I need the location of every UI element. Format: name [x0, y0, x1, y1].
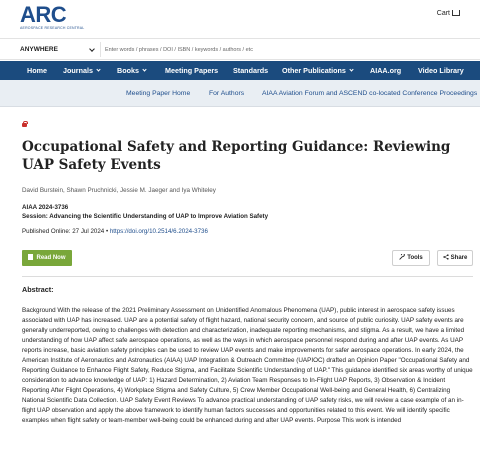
search-scope-select[interactable]: ANYWHERE — [20, 39, 98, 60]
abstract-heading: Abstract: — [22, 285, 54, 294]
caret-down-icon — [96, 67, 101, 72]
subnav-meeting-paper-home[interactable]: Meeting Paper Home — [126, 80, 190, 107]
logo-mark: ARC — [20, 2, 67, 27]
article-authors[interactable]: David Burstein, Shawn Pruchnicki, Jessie… — [22, 187, 216, 194]
chevron-down-icon — [89, 46, 95, 52]
sub-nav: Meeting Paper Home For Authors AIAA Avia… — [0, 80, 480, 107]
nav-item-aiaa-org[interactable]: AIAA.org — [370, 61, 401, 80]
caret-down-icon — [142, 67, 147, 72]
separator-bullet: • — [105, 228, 109, 235]
nav-item-journals[interactable]: Journals — [63, 61, 101, 80]
site-header: ARC AEROSPACE RESEARCH CENTRAL Cart — [0, 0, 480, 38]
abstract-body: Background With the release of the 2021 … — [22, 307, 473, 424]
share-icon — [443, 254, 449, 260]
search-bar: ANYWHERE — [0, 38, 480, 60]
published-date: Published Online: 27 Jul 2024 — [22, 228, 105, 235]
tools-button[interactable]: Tools — [392, 250, 430, 266]
arc-logo[interactable]: ARC AEROSPACE RESEARCH CENTRAL — [20, 2, 84, 31]
nav-item-books[interactable]: Books — [117, 61, 147, 80]
subnav-conference-proceedings[interactable]: AIAA Aviation Forum and ASCEND co-locate… — [262, 80, 477, 107]
doi-link[interactable]: https://doi.org/10.2514/6.2024-3736 — [110, 228, 208, 235]
nav-item-home[interactable]: Home — [27, 61, 47, 80]
cart-link[interactable]: Cart — [437, 10, 460, 17]
caret-down-icon — [349, 67, 354, 72]
nav-item-video-library[interactable]: Video Library — [418, 61, 464, 80]
publication-info: Published Online: 27 Jul 2024 • https://… — [22, 228, 208, 235]
share-button[interactable]: Share — [437, 250, 473, 266]
search-input[interactable] — [100, 42, 480, 57]
book-icon — [28, 254, 34, 260]
nav-item-other-publications[interactable]: Other Publications — [282, 61, 354, 80]
wrench-icon — [399, 254, 406, 260]
lock-icon — [22, 121, 28, 127]
read-now-button[interactable]: Read Now — [22, 250, 72, 266]
cart-label: Cart — [436, 10, 450, 17]
section-divider — [22, 276, 473, 277]
nav-item-standards[interactable]: Standards — [233, 61, 268, 80]
paper-id: AIAA 2024-3736 — [22, 204, 69, 211]
main-nav: Home Journals Books Meeting Papers Stand… — [0, 61, 480, 80]
subnav-for-authors[interactable]: For Authors — [209, 80, 244, 107]
search-scope-value: ANYWHERE — [20, 46, 58, 53]
nav-item-meeting-papers[interactable]: Meeting Papers — [165, 61, 218, 80]
cart-icon — [452, 10, 460, 16]
session-info: Session: Advancing the Scientific Unders… — [22, 213, 269, 220]
article-title: Occupational Safety and Reporting Guidan… — [22, 139, 451, 173]
